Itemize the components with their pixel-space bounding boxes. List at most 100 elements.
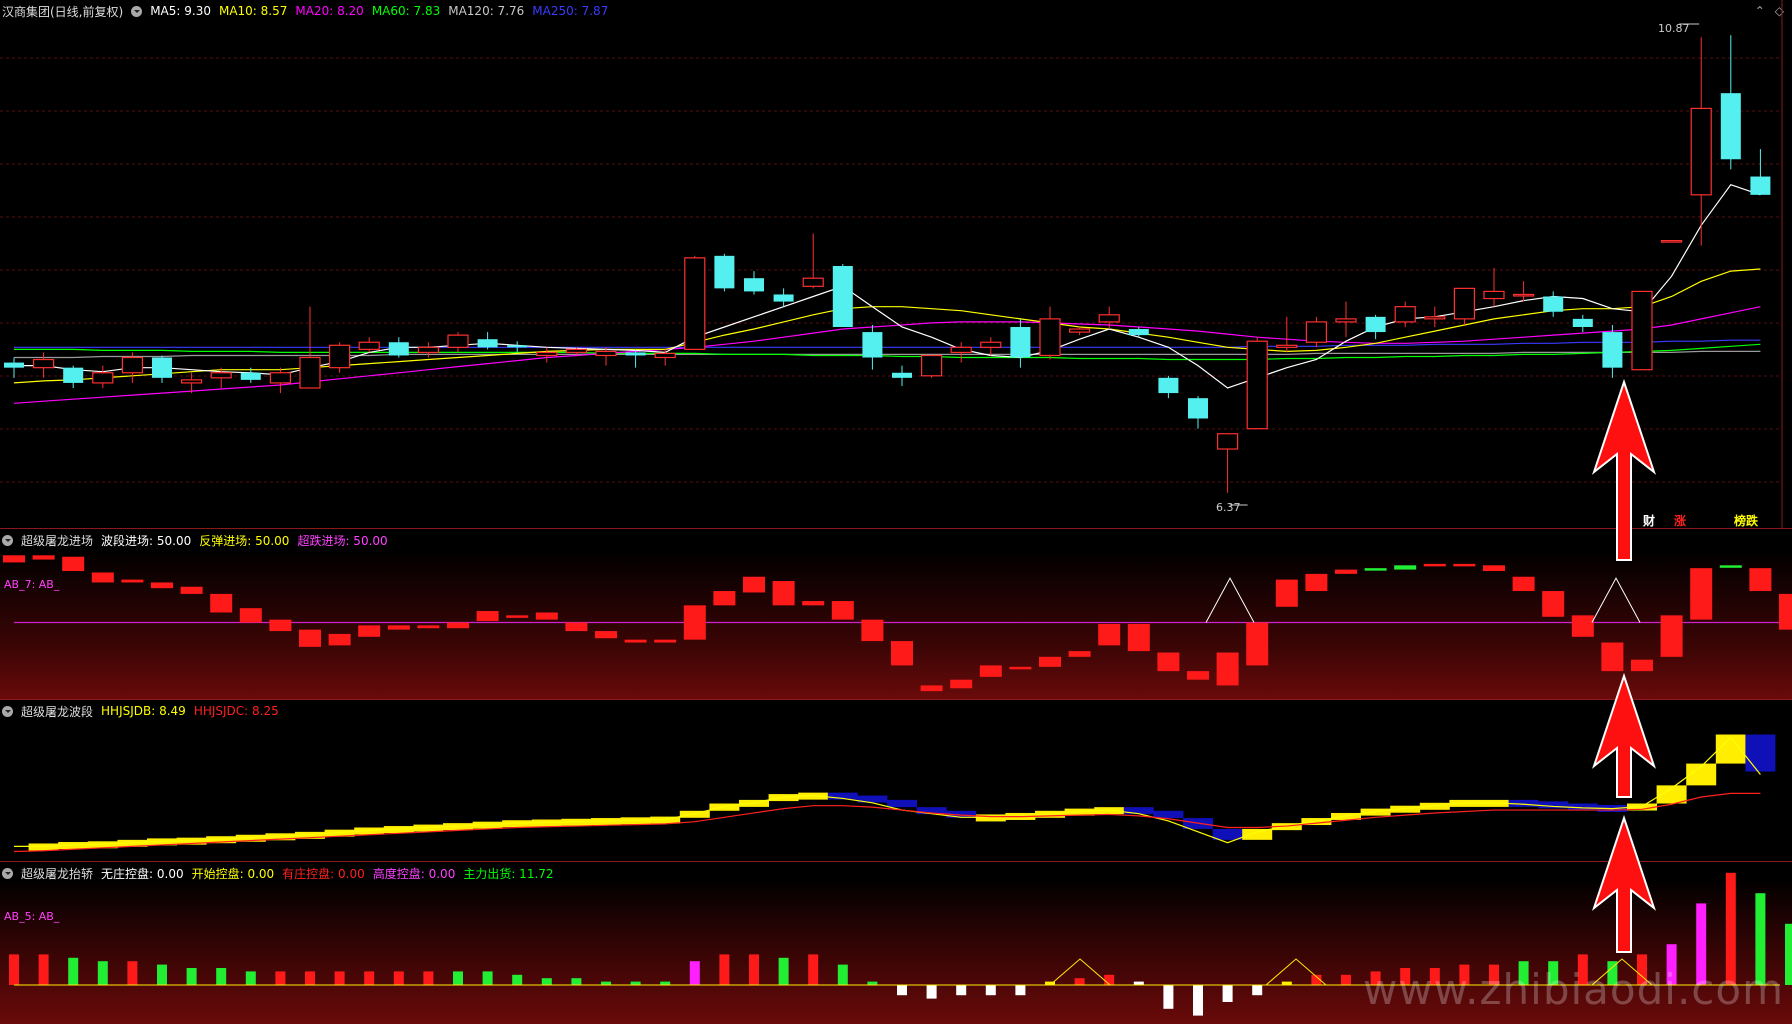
- candle-body: [536, 351, 558, 357]
- candle-body: [1394, 306, 1416, 323]
- sedan-bar: [541, 978, 552, 985]
- candle-body: [477, 339, 498, 348]
- candle-body: [1246, 340, 1268, 430]
- entry-bar: [91, 572, 114, 583]
- candle-body: [447, 334, 469, 348]
- candle-body: [329, 344, 351, 369]
- entry-bar: [1542, 591, 1565, 617]
- sedan-bar: [1785, 923, 1792, 985]
- entry-bar: [1512, 576, 1535, 592]
- sedan-bar: [68, 957, 79, 985]
- entry-bar: [772, 581, 795, 606]
- sedan-bar: [453, 971, 463, 985]
- candle-body: [1720, 93, 1741, 160]
- entry-bar: [1305, 573, 1328, 592]
- entry-bar: [447, 622, 469, 629]
- sedan-bar: [275, 971, 286, 985]
- sedan-pane-header: 超级屠龙抬轿 无庄控盘: 0.00 开始控盘: 0.00 有庄控盘: 0.00 …: [2, 864, 554, 882]
- candle-body: [1098, 314, 1120, 323]
- hhjsjdb-line: [14, 736, 1761, 847]
- entry-signal-peak: [1591, 577, 1641, 623]
- entry-bar: [920, 685, 943, 692]
- wave-pane[interactable]: 超级屠龙波段 HHJSJDB: 8.49 HHJSJDC: 8.25: [0, 700, 1792, 861]
- wave-bar: [887, 799, 917, 808]
- entry-bar: [683, 605, 706, 640]
- sedan-bar: [601, 981, 611, 985]
- entry-bar: [1335, 569, 1357, 574]
- candle-body: [299, 356, 321, 389]
- candle-body: [4, 362, 24, 368]
- sedan-bar: [1193, 985, 1203, 1016]
- candle-body: [1483, 290, 1505, 300]
- wave-bar: [1153, 810, 1184, 819]
- sedan-bar: [867, 981, 878, 985]
- sedan-bar: [749, 954, 759, 985]
- entry-bar: [624, 639, 647, 643]
- sedan-bar: [956, 985, 967, 996]
- price-pane-header: 汉商集团(日线,前复权) MA5: 9.30 MA10: 8.57 MA20: …: [2, 2, 608, 20]
- entry-bar: [831, 601, 854, 620]
- sedan-bar: [305, 971, 315, 985]
- candle-body: [1068, 328, 1091, 333]
- entry-signal-peak: [1205, 577, 1255, 623]
- sedan-bar: [689, 961, 700, 985]
- candle-body: [1128, 329, 1149, 336]
- sedan-bar: [364, 971, 375, 985]
- candle-body: [1010, 327, 1031, 358]
- entry-bar: [269, 619, 292, 632]
- dropdown-icon[interactable]: [2, 867, 13, 879]
- candle-body: [1660, 239, 1683, 243]
- stock-title: 汉商集团(日线,前复权): [2, 4, 124, 19]
- entry-bar: [1719, 565, 1742, 568]
- candle-body: [388, 342, 409, 356]
- ma-line-ma5: [14, 183, 1761, 389]
- candle-body: [1039, 318, 1061, 357]
- entry-bar: [1571, 615, 1594, 637]
- candle-body: [507, 345, 528, 348]
- sedan-bar: [1341, 974, 1351, 985]
- candle-body: [210, 372, 232, 379]
- dropdown-icon[interactable]: [2, 534, 13, 546]
- price-pane[interactable]: 汉商集团(日线,前复权) MA5: 9.30 MA10: 8.57 MA20: …: [0, 0, 1792, 528]
- sedan-bar: [245, 971, 256, 985]
- candle-body: [1690, 107, 1712, 196]
- entry-bar: [1068, 651, 1091, 657]
- candle-body: [684, 257, 706, 350]
- candle-body: [1631, 290, 1653, 371]
- candle-body: [1750, 176, 1771, 195]
- sedan-bar: [1074, 978, 1085, 985]
- candle-body: [1158, 377, 1179, 394]
- entry-bar: [1779, 593, 1792, 630]
- candlestick-chart: [0, 0, 1783, 528]
- candle-body: [1543, 296, 1564, 312]
- entry-bar: [1246, 622, 1269, 666]
- marker-bangdie: 榜跌: [1734, 514, 1759, 528]
- entry-pane[interactable]: 超级屠龙进场 波段进场: 50.00 反弹进场: 50.00 超跌进场: 50.…: [0, 529, 1792, 699]
- wave-chart: [13, 734, 1776, 853]
- wave-pane-header: 超级屠龙波段 HHJSJDB: 8.49 HHJSJDC: 8.25: [2, 702, 279, 720]
- entry-bar: [1660, 615, 1683, 657]
- candle-body: [32, 358, 55, 369]
- candle-body: [1335, 318, 1357, 323]
- ma120-label: MA120: 7.76: [448, 4, 525, 18]
- high-control-label: 高度控盘: 0.00: [372, 866, 456, 881]
- sedan-bar: [9, 954, 19, 985]
- sedan-bar: [393, 971, 404, 985]
- hhjsjdb-label: HHJSJDB: 8.49: [101, 704, 186, 718]
- sedan-bar: [837, 964, 848, 985]
- sedan-bar: [186, 968, 197, 985]
- dropdown-icon[interactable]: [131, 5, 143, 17]
- sedan-pane[interactable]: 超级屠龙抬轿 无庄控盘: 0.00 开始控盘: 0.00 有庄控盘: 0.00 …: [0, 862, 1792, 1024]
- candle-body: [920, 354, 943, 377]
- sedan-bar: [808, 954, 819, 985]
- candle-body: [595, 350, 617, 357]
- dropdown-icon[interactable]: [2, 705, 13, 717]
- candle-body: [1365, 316, 1386, 333]
- hhjsjdc-label: HHJSJDC: 8.25: [193, 704, 279, 718]
- sedan-bar: [334, 971, 345, 985]
- entry-bar: [1216, 652, 1239, 686]
- entry-wave-label: 波段进场: 50.00: [101, 533, 192, 548]
- candle-body: [181, 379, 203, 384]
- sedan-bar: [1252, 985, 1263, 996]
- candle-body: [654, 352, 676, 359]
